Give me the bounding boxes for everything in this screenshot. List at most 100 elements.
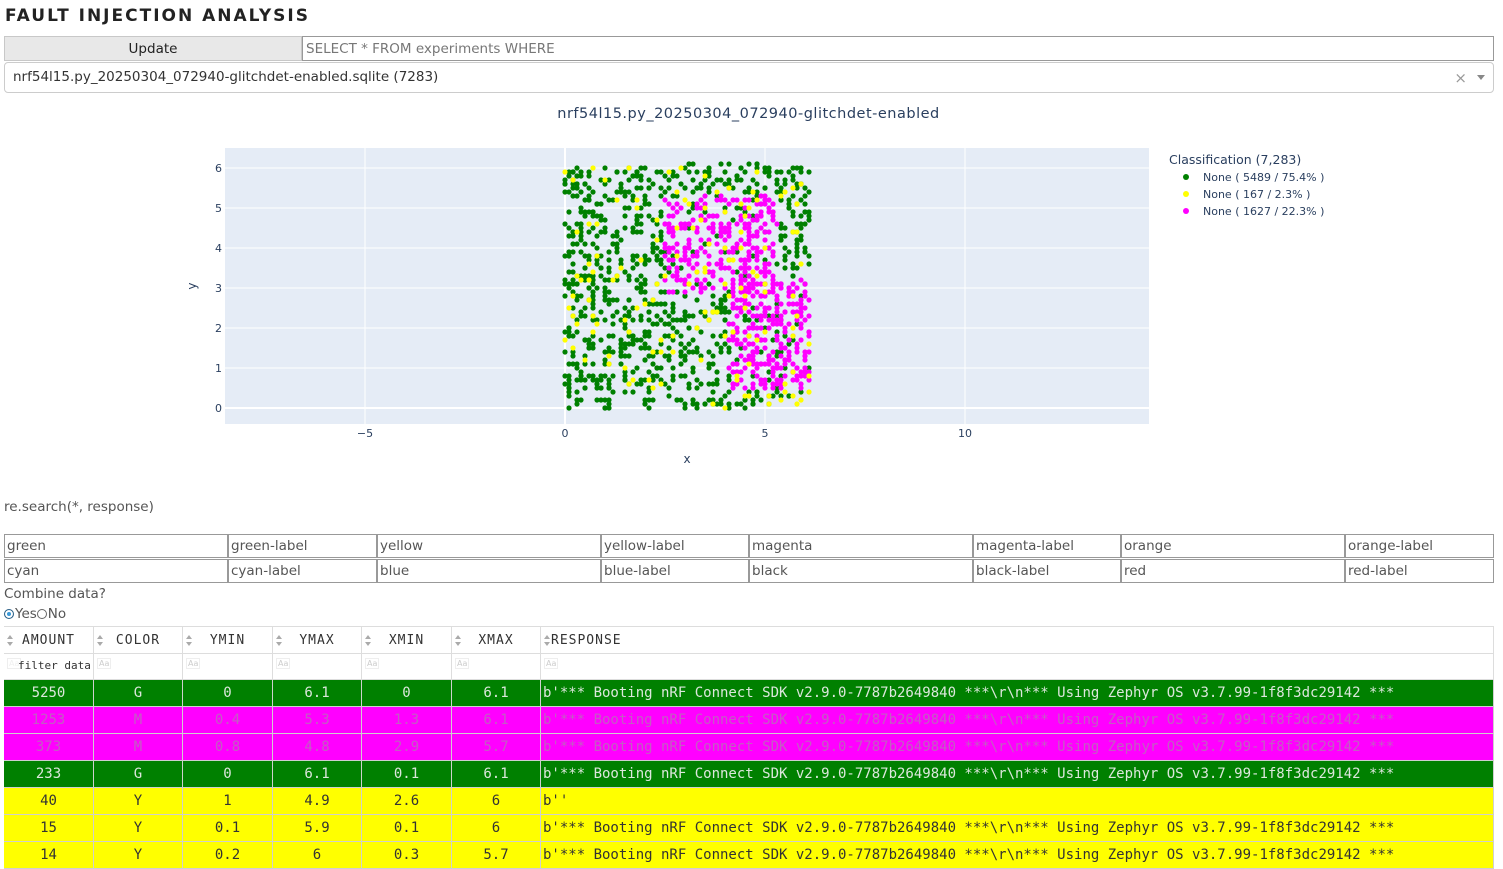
cell-ymax[interactable]: 5.9: [273, 815, 362, 842]
filter-input-yellow[interactable]: [377, 534, 601, 558]
filter-input-red[interactable]: [1121, 559, 1345, 583]
update-button[interactable]: Update: [4, 36, 302, 61]
filter-input-orange-label[interactable]: [1345, 534, 1494, 558]
col-header-ymin[interactable]: YMIN: [183, 627, 273, 654]
cell-response[interactable]: b'*** Booting nRF Connect SDK v2.9.0-778…: [541, 815, 1494, 842]
col-header-ymax[interactable]: YMAX: [273, 627, 362, 654]
cell-xmax[interactable]: 6.1: [452, 707, 541, 734]
cell-ymax[interactable]: 4.8: [273, 734, 362, 761]
filter-cell[interactable]: Aa: [541, 654, 1494, 679]
cell-ymin[interactable]: 0: [183, 680, 273, 707]
case-sensitive-icon[interactable]: Aa: [365, 658, 380, 669]
cell-amount[interactable]: 15: [4, 815, 94, 842]
cell-xmax[interactable]: 6.1: [452, 761, 541, 788]
cell-response[interactable]: b'*** Booting nRF Connect SDK v2.9.0-778…: [541, 680, 1494, 707]
clear-icon[interactable]: ×: [1454, 69, 1467, 87]
sort-icon[interactable]: [544, 635, 551, 646]
scatter-plot[interactable]: −5 0 5 10 0 1 2 3 4 5 6 x y Classification (7,283…: [0, 130, 1497, 475]
table-row[interactable]: 40 Y 1 4.9 2.6 6 b'': [4, 788, 1494, 815]
cell-ymax[interactable]: 6: [273, 842, 362, 869]
filter-input-black-label[interactable]: [973, 559, 1121, 583]
cell-response[interactable]: b'': [541, 788, 1494, 815]
filter-cell[interactable]: Aa: [362, 654, 452, 679]
cell-ymin[interactable]: 0.8: [183, 734, 273, 761]
cell-color[interactable]: G: [94, 680, 183, 707]
cell-xmin[interactable]: 2.6: [362, 788, 452, 815]
case-sensitive-icon[interactable]: Aa: [186, 658, 201, 669]
cell-amount[interactable]: 14: [4, 842, 94, 869]
cell-xmin[interactable]: 1.3: [362, 707, 452, 734]
filter-input-cyan[interactable]: [4, 559, 228, 583]
filter-cell[interactable]: Aa: [94, 654, 183, 679]
cell-xmax[interactable]: 5.7: [452, 842, 541, 869]
filter-input-green-label[interactable]: [228, 534, 377, 558]
cell-xmax[interactable]: 6: [452, 815, 541, 842]
filter-cell[interactable]: Aa: [183, 654, 273, 679]
database-dropdown[interactable]: nrf54l15.py_20250304_072940-glitchdet-en…: [4, 62, 1494, 93]
cell-xmin[interactable]: 0: [362, 680, 452, 707]
cell-amount[interactable]: 233: [4, 761, 94, 788]
filter-input-cyan-label[interactable]: [228, 559, 377, 583]
cell-xmin[interactable]: 2.9: [362, 734, 452, 761]
filter-input-black[interactable]: [749, 559, 973, 583]
radio-yes[interactable]: [4, 609, 14, 619]
cell-ymax[interactable]: 5.3: [273, 707, 362, 734]
cell-xmin[interactable]: 0.1: [362, 761, 452, 788]
filter-input-yellow-label[interactable]: [601, 534, 749, 558]
cell-ymin[interactable]: 0.1: [183, 815, 273, 842]
cell-ymax[interactable]: 4.9: [273, 788, 362, 815]
table-row[interactable]: 15 Y 0.1 5.9 0.1 6 b'*** Booting nRF Connect S…: [4, 815, 1494, 842]
filter-cell[interactable]: Aa: [4, 654, 94, 679]
filter-input-red-label[interactable]: [1345, 559, 1494, 583]
cell-ymin[interactable]: 1: [183, 788, 273, 815]
radio-yes-label[interactable]: Yes: [15, 606, 37, 622]
cell-response[interactable]: b'*** Booting nRF Connect SDK v2.9.0-778…: [541, 707, 1494, 734]
cell-response[interactable]: b'*** Booting nRF Connect SDK v2.9.0-778…: [541, 761, 1494, 788]
cell-ymax[interactable]: 6.1: [273, 680, 362, 707]
filter-input-blue-label[interactable]: [601, 559, 749, 583]
chevron-down-icon[interactable]: [1477, 75, 1485, 80]
case-sensitive-icon[interactable]: Aa: [455, 658, 470, 669]
filter-data-input[interactable]: [18, 659, 92, 672]
case-sensitive-icon[interactable]: Aa: [276, 658, 291, 669]
cell-ymin[interactable]: 0: [183, 761, 273, 788]
cell-ymin[interactable]: 0.4: [183, 707, 273, 734]
cell-color[interactable]: Y: [94, 842, 183, 869]
cell-ymax[interactable]: 6.1: [273, 761, 362, 788]
cell-color[interactable]: G: [94, 761, 183, 788]
cell-ymin[interactable]: 0.2: [183, 842, 273, 869]
filter-input-orange[interactable]: [1121, 534, 1345, 558]
cell-xmax[interactable]: 5.7: [452, 734, 541, 761]
cell-xmin[interactable]: 0.1: [362, 815, 452, 842]
col-header-response[interactable]: RESPONSE: [541, 627, 1494, 654]
filter-input-magenta[interactable]: [749, 534, 973, 558]
cell-amount[interactable]: 5250: [4, 680, 94, 707]
filter-cell[interactable]: Aa: [273, 654, 362, 679]
cell-amount[interactable]: 373: [4, 734, 94, 761]
cell-amount[interactable]: 1253: [4, 707, 94, 734]
radio-no[interactable]: [36, 609, 47, 619]
col-header-xmax[interactable]: XMAX: [452, 627, 541, 654]
filter-input-blue[interactable]: [377, 559, 601, 583]
filter-input-magenta-label[interactable]: [973, 534, 1121, 558]
cell-response[interactable]: b'*** Booting nRF Connect SDK v2.9.0-778…: [541, 842, 1494, 869]
cell-amount[interactable]: 40: [4, 788, 94, 815]
table-row[interactable]: 5250 G 0 6.1 0 6.1 b'*** Booting nRF Connect S…: [4, 680, 1494, 707]
cell-xmax[interactable]: 6: [452, 788, 541, 815]
filter-cell[interactable]: Aa: [452, 654, 541, 679]
col-header-amount[interactable]: AMOUNT: [4, 627, 94, 654]
cell-color[interactable]: M: [94, 734, 183, 761]
case-sensitive-icon[interactable]: Aa: [97, 658, 112, 669]
radio-no-label[interactable]: No: [48, 606, 66, 622]
col-header-color[interactable]: COLOR: [94, 627, 183, 654]
table-row[interactable]: 1253 M 0.4 5.3 1.3 6.1 b'*** Booting nRF Conne…: [4, 707, 1494, 734]
cell-color[interactable]: M: [94, 707, 183, 734]
col-header-xmin[interactable]: XMIN: [362, 627, 452, 654]
cell-color[interactable]: Y: [94, 788, 183, 815]
legend[interactable]: Classification (7,283) None ( 5489 / 75.…: [1169, 152, 1324, 218]
cell-xmin[interactable]: 0.3: [362, 842, 452, 869]
table-row[interactable]: 373 M 0.8 4.8 2.9 5.7 b'*** Booting nRF Connec…: [4, 734, 1494, 761]
cell-color[interactable]: Y: [94, 815, 183, 842]
table-row[interactable]: 14 Y 0.2 6 0.3 5.7 b'*** Booting nRF Connect S…: [4, 842, 1494, 869]
sql-query-input[interactable]: [302, 36, 1494, 61]
